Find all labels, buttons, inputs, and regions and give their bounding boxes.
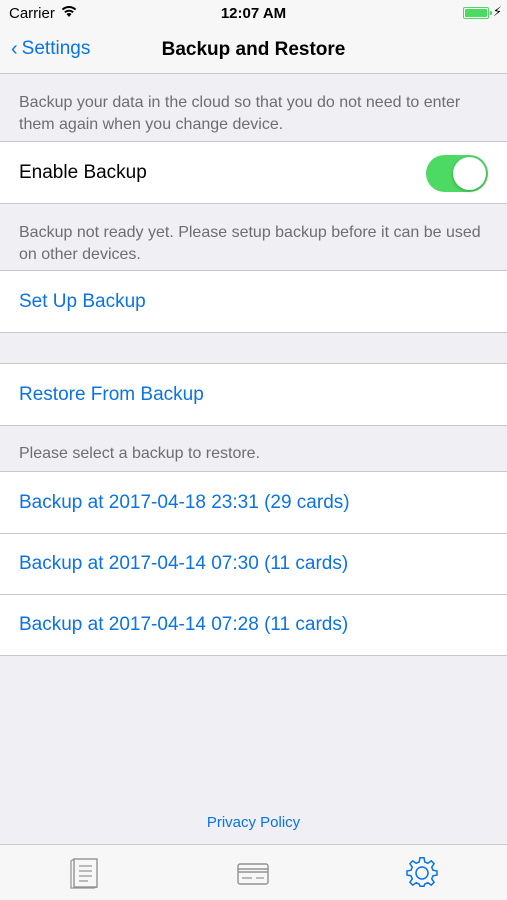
navigation-bar: ‹ Settings Backup and Restore [0,28,507,74]
document-icon [70,858,98,889]
backup-description: Backup your data in the cloud so that yo… [19,94,461,133]
enable-backup-toggle[interactable] [426,155,488,192]
status-bar: Carrier 12:07 AM ⚡ [0,0,507,28]
back-button[interactable]: ‹ Settings [11,38,90,60]
enable-backup-cell: Enable Backup [0,142,507,203]
battery-icon [463,7,489,19]
battery-cap [490,11,492,15]
restore-from-backup-button[interactable]: Restore From Backup [0,364,507,425]
setup-backup-button[interactable]: Set Up Backup [0,271,507,332]
tab-bar [0,844,507,900]
gear-icon [406,857,438,888]
tab-settings[interactable] [402,857,442,891]
backup-status-note: Backup not ready yet. Please setup backu… [19,224,481,263]
back-button-label: Settings [21,38,91,59]
chevron-left-icon: ‹ [11,38,18,60]
backup-item[interactable]: Backup at 2017-04-18 23:31 (29 cards) [0,472,507,533]
privacy-policy-link[interactable]: Privacy Policy [0,814,507,831]
charging-bolt-icon: ⚡ [492,4,502,19]
toggle-knob [453,157,486,190]
backup-item[interactable]: Backup at 2017-04-14 07:28 (11 cards) [0,594,507,655]
tab-documents[interactable] [65,857,105,891]
setup-backup-group: Set Up Backup [0,270,507,333]
restore-group: Restore From Backup [0,363,507,426]
tab-cards[interactable] [233,857,273,891]
status-time: 12:07 AM [220,5,287,22]
card-icon [237,863,269,885]
backup-list: Backup at 2017-04-18 23:31 (29 cards) Ba… [0,471,507,656]
backup-item[interactable]: Backup at 2017-04-14 07:30 (11 cards) [0,533,507,594]
select-backup-note: Please select a backup to restore. [19,445,261,462]
enable-backup-label: Enable Backup [19,161,147,183]
enable-backup-group: Enable Backup [0,141,507,204]
